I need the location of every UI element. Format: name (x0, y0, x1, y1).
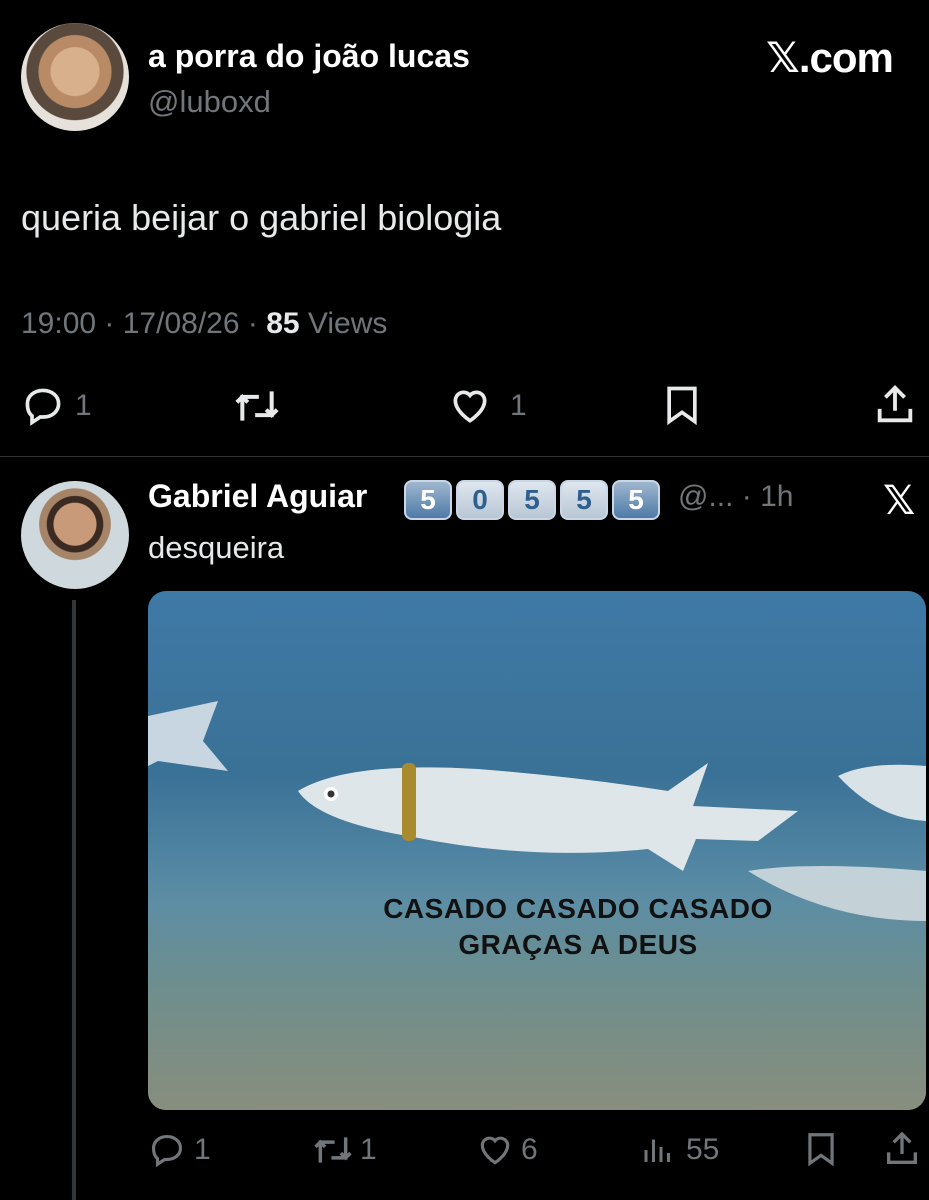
views-icon (644, 1139, 670, 1162)
x-brand-logo: 𝕏.com (766, 34, 894, 81)
image-caption: CASADO CASADO CASADO GRAÇAS A DEUS (148, 891, 926, 963)
reply-author-avatar[interactable] (21, 481, 129, 589)
reply-like-count: 6 (521, 1133, 538, 1166)
reply-reply-count: 1 (194, 1133, 211, 1166)
bookmark-button[interactable] (660, 382, 704, 428)
bookmark-icon (667, 386, 697, 426)
views-label: Views (299, 307, 388, 340)
reply-text: desqueira (148, 530, 285, 565)
name-emoji-badges: 5 0 5 5 5 (404, 480, 660, 520)
like-count: 1 (510, 389, 527, 422)
number-badge: 0 (456, 480, 504, 520)
like-icon (453, 390, 487, 423)
share-icon (887, 1131, 917, 1164)
author-display-name[interactable]: a porra do joão lucas (148, 38, 470, 75)
tweet-meta: 19:00 · 17/08/26 · 85 Views (21, 307, 387, 341)
retweet-icon (235, 391, 279, 421)
number-badge: 5 (508, 480, 556, 520)
reply-retweet-button[interactable]: 1 (310, 1131, 377, 1169)
number-badge: 5 (612, 480, 660, 520)
retweet-icon (314, 1137, 352, 1163)
tweet-text: queria beijar o gabriel biologia (21, 197, 502, 238)
like-button[interactable]: 1 (446, 384, 527, 428)
reply-share-button[interactable] (882, 1129, 922, 1169)
bookmark-icon (808, 1133, 834, 1167)
reply-button[interactable]: 1 (21, 384, 92, 428)
reply-views-button[interactable]: 55 (640, 1131, 719, 1169)
fish-illustration (148, 701, 926, 1110)
thread-line (72, 600, 76, 1200)
reply-count: 1 (75, 389, 92, 422)
reply-icon (25, 388, 61, 426)
x-logo-icon: 𝕏 (883, 479, 916, 523)
author-avatar[interactable] (21, 23, 129, 131)
reply-image[interactable]: CASADO CASADO CASADO GRAÇAS A DEUS (148, 591, 926, 1110)
reply-handle-time[interactable]: @... · 1h (678, 480, 794, 514)
reply-retweet-count: 1 (360, 1133, 377, 1166)
views-count: 85 (266, 307, 300, 340)
reply-like-button[interactable]: 6 (475, 1131, 538, 1169)
share-icon (877, 385, 913, 423)
caption-line-1: CASADO CASADO CASADO (383, 893, 773, 924)
share-button[interactable] (872, 382, 918, 428)
number-badge: 5 (404, 480, 452, 520)
retweet-button[interactable] (230, 384, 284, 428)
tweet-date[interactable]: 17/08/26 (123, 307, 240, 340)
meta-separator: · (104, 307, 123, 340)
like-icon (480, 1136, 510, 1165)
reply-bookmark-button[interactable] (802, 1129, 840, 1169)
reply-author-display-name[interactable]: Gabriel Aguiar (148, 478, 367, 515)
number-badge: 5 (560, 480, 608, 520)
author-handle[interactable]: @luboxd (148, 84, 271, 120)
reply-reply-button[interactable]: 1 (148, 1131, 211, 1169)
meta-separator: · (247, 307, 267, 340)
tweet-time[interactable]: 19:00 (21, 307, 96, 340)
caption-line-2: GRAÇAS A DEUS (458, 929, 698, 960)
reply-views-count: 55 (686, 1133, 720, 1166)
reply-icon (151, 1134, 183, 1168)
divider (0, 456, 929, 457)
